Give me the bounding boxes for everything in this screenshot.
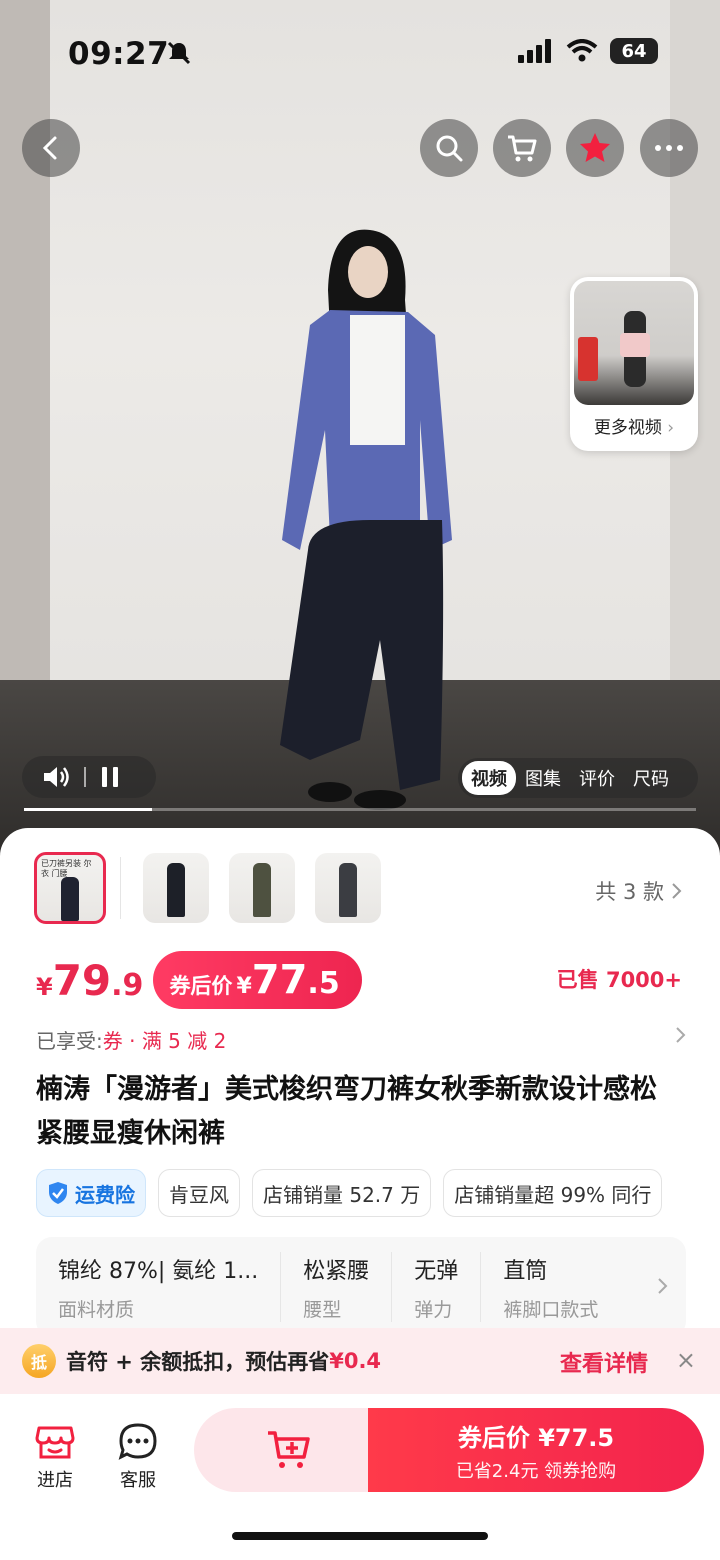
variant-thumb-2[interactable] <box>143 853 209 923</box>
variant-figure <box>61 877 79 921</box>
more-videos-label: 更多视频 › <box>593 418 675 438</box>
media-tabs: 视频 图集 评价 尺码 <box>458 758 698 798</box>
attr-leg-style: 直筒 裤脚口款式 <box>503 1258 599 1321</box>
deduct-badge-icon: 抵 <box>22 1344 56 1378</box>
divider <box>120 857 121 919</box>
cart-icon <box>508 135 537 162</box>
chevron-right-icon <box>672 883 682 899</box>
variant-thumb-1[interactable]: 已刀裤另装 尔衣 门腰 <box>34 852 106 924</box>
add-cart-icon <box>268 1431 310 1468</box>
search-icon <box>436 135 463 162</box>
wifi-icon <box>566 39 598 62</box>
tag-shipping-insurance[interactable]: 运费险 <box>36 1169 146 1217</box>
variant-figure <box>339 863 357 917</box>
chevron-right-icon <box>658 1278 668 1294</box>
product-title: 楠涛「漫游者」美式梭织弯刀裤女秋季新款设计感松紧腰显瘦休闲裤 <box>36 1074 657 1149</box>
tag-store-rank[interactable]: 店铺销量超 99% 同行 <box>443 1169 663 1217</box>
price-row: ¥ 79 .9 券后价 ¥ 77 .5 <box>36 950 362 1010</box>
promo-text: 音符 + 余额抵扣，预估再省 <box>66 1350 330 1374</box>
sold-count: 已售 7000+ <box>556 968 682 992</box>
mute-bell-icon <box>167 41 191 65</box>
variant-figure <box>253 863 271 917</box>
variant-thumb-4[interactable] <box>315 853 381 923</box>
store-button[interactable]: 进店 <box>20 1422 90 1492</box>
customer-service-button[interactable]: 客服 <box>103 1422 173 1492</box>
store-icon <box>35 1426 75 1459</box>
attr-elasticity: 无弹 弹力 <box>414 1252 482 1322</box>
status-time: 09:27 <box>68 36 170 72</box>
feature-tags: 运费险 肯豆风 店铺销量 52.7 万 店铺销量超 99% 同行 <box>36 1169 686 1219</box>
buy-with-coupon-button[interactable]: 券后价 ¥77.5 已省2.4元 领券抢购 <box>368 1408 704 1492</box>
divider <box>84 767 86 787</box>
video-progress-fill <box>24 808 152 811</box>
discount-row[interactable]: 已享受: 券 · 满 5 减 2 <box>36 1024 686 1054</box>
video-backdrop-left <box>0 0 50 680</box>
product-attributes[interactable]: 锦纶 87%| 氨纶 1... 面料材质 松紧腰 腰型 无弹 弹力 直筒 裤脚口… <box>36 1237 686 1337</box>
tab-reviews[interactable]: 评价 <box>570 761 624 795</box>
bottom-action-bar: 进店 客服 券后价 ¥77.5 已省2.4元 领券抢购 <box>0 1396 720 1560</box>
promo-amount: ¥0.4 <box>329 1349 382 1373</box>
variant-count-link[interactable]: 共 3 款 <box>595 876 682 906</box>
battery-indicator: 64 <box>610 38 658 64</box>
view-details-link[interactable]: 查看详情 <box>560 1346 648 1378</box>
variant-figure <box>167 863 185 917</box>
tag-style[interactable]: 肯豆风 <box>158 1169 240 1217</box>
coupon-price-badge: 券后价 ¥ 77 .5 <box>153 951 362 1009</box>
chat-icon <box>118 1423 157 1460</box>
cart-button[interactable] <box>493 119 551 177</box>
shield-check-icon <box>49 1182 67 1204</box>
model-figure <box>280 229 452 810</box>
tab-size[interactable]: 尺码 <box>624 761 678 795</box>
status-bar: 09:27 64 <box>0 0 720 100</box>
more-videos-card[interactable]: 更多视频 › <box>570 277 698 451</box>
more-button[interactable] <box>640 119 698 177</box>
discount-label: 已享受: <box>36 1028 103 1053</box>
attr-waist: 松紧腰 腰型 <box>303 1252 393 1322</box>
volume-icon[interactable] <box>42 764 70 790</box>
more-videos-thumbnail <box>574 281 694 405</box>
chevron-right-icon <box>676 1027 686 1043</box>
favorite-star-icon <box>580 133 610 162</box>
pause-icon[interactable] <box>100 766 120 788</box>
status-icons: 64 <box>518 38 658 64</box>
product-video[interactable]: 09:27 64 更多视频 › 视频 图集 评价 尺码 <box>0 0 720 860</box>
back-icon <box>42 136 57 160</box>
chevron-right-icon: › <box>667 418 675 438</box>
tab-gallery[interactable]: 图集 <box>516 761 570 795</box>
original-price: ¥ 79 .9 <box>36 955 144 1005</box>
variant-selector: 已刀裤另装 尔衣 门腰 <box>34 852 401 924</box>
tab-video[interactable]: 视频 <box>462 761 516 795</box>
home-indicator <box>232 1532 488 1540</box>
add-to-cart-button[interactable] <box>194 1408 384 1492</box>
signal-icon <box>518 39 551 63</box>
playback-controls <box>22 756 156 798</box>
discount-value: 券 · 满 5 减 2 <box>102 1028 227 1053</box>
search-button[interactable] <box>420 119 478 177</box>
close-icon[interactable]: × <box>676 1346 696 1374</box>
tag-store-sales[interactable]: 店铺销量 52.7 万 <box>252 1169 432 1217</box>
video-progress-bar[interactable] <box>24 808 696 811</box>
back-button[interactable] <box>22 119 80 177</box>
favorite-button[interactable] <box>566 119 624 177</box>
attr-fabric: 锦纶 87%| 氨纶 1... 面料材质 <box>58 1252 282 1322</box>
deduction-promo-banner: 抵 音符 + 余额抵扣，预估再省 ¥0.4 查看详情 × <box>0 1328 720 1394</box>
variant-thumb-3[interactable] <box>229 853 295 923</box>
more-icon <box>655 145 683 151</box>
